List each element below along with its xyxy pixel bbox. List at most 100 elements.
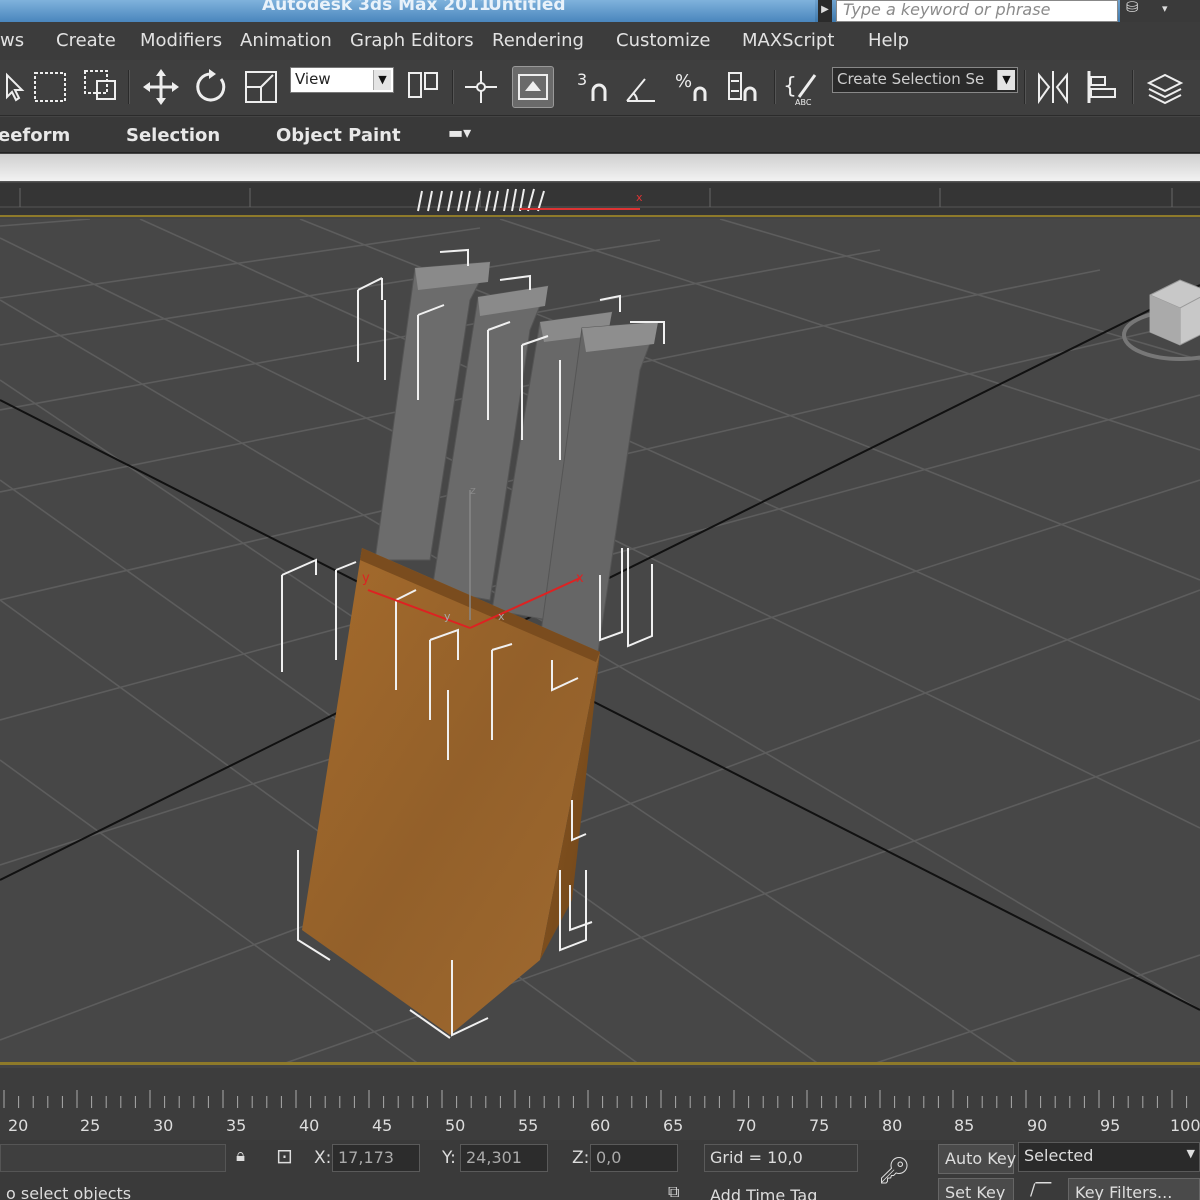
chevron-down-icon: ▼ <box>373 70 391 90</box>
menu-item-windows[interactable]: ws <box>0 30 24 51</box>
time-tag-icon[interactable]: ⧉ <box>668 1182 679 1200</box>
menu-bar: ws Create Modifiers Animation Graph Edit… <box>0 22 1200 60</box>
ruler-marks: x <box>0 188 1200 212</box>
chevron-down-icon[interactable]: ▾ <box>1162 2 1168 15</box>
menu-item-customize[interactable]: Customize <box>616 30 710 51</box>
svg-text:%: % <box>675 71 692 92</box>
edit-named-selection-icon[interactable]: {ABC <box>782 66 824 108</box>
reference-coordinate-dropdown[interactable]: View ▼ <box>290 67 394 93</box>
frame-label: 20 <box>8 1116 29 1135</box>
key-filters-button[interactable]: Key Filters... <box>1068 1178 1200 1200</box>
named-selection-sets-dropdown[interactable]: Create Selection Se ▼ <box>832 67 1018 93</box>
frame-label: 95 <box>1100 1116 1121 1135</box>
axis-label-z: z <box>470 484 476 497</box>
frame-label: 70 <box>736 1116 757 1135</box>
ribbon-panel-strip <box>0 154 1200 182</box>
axis-label-y-inner: y <box>444 610 451 623</box>
rectangular-selection-icon[interactable] <box>30 66 72 108</box>
binoculars-icon[interactable]: ⛁ <box>1126 0 1139 16</box>
menu-item-graph-editors[interactable]: Graph Editors <box>350 30 474 51</box>
frame-label: 50 <box>445 1116 466 1135</box>
absolute-mode-icon[interactable]: ⊡ <box>276 1144 293 1168</box>
set-key-button[interactable]: Set Key <box>938 1178 1014 1200</box>
app-title: Autodesk 3ds Max 2011 <box>262 0 491 15</box>
named-selection-sets-value: Create Selection Se <box>837 70 985 88</box>
move-icon[interactable] <box>140 66 182 108</box>
frame-label: 40 <box>299 1116 320 1135</box>
key-mode-dropdown[interactable]: Selected ▼ <box>1018 1142 1200 1172</box>
select-arrow-icon[interactable] <box>0 66 34 108</box>
key-tangent-icon[interactable]: ∕⎺ <box>1030 1180 1051 1200</box>
tab-freeform[interactable]: eeform <box>0 125 70 146</box>
axis-label-x-inner: x <box>498 610 505 623</box>
frame-label: 85 <box>954 1116 975 1135</box>
y-coordinate-label: Y: <box>442 1148 456 1168</box>
menu-item-animation[interactable]: Animation <box>240 30 332 51</box>
auto-key-button[interactable]: Auto Key <box>938 1144 1016 1174</box>
time-slider-trackbar[interactable]: 20 25 30 35 40 45 50 55 60 65 70 75 80 8… <box>0 1068 1200 1140</box>
x-coordinate-label: X: <box>314 1148 332 1168</box>
snaps-toggle-icon[interactable]: 3 <box>572 66 614 108</box>
select-manipulate-icon[interactable] <box>460 66 502 108</box>
chevron-down-icon: ▼ <box>997 70 1015 90</box>
search-input[interactable]: Type a keyword or phrase <box>836 0 1118 22</box>
key-mode-value: Selected <box>1024 1146 1094 1165</box>
frame-label: 45 <box>372 1116 393 1135</box>
tab-object-paint[interactable]: Object Paint <box>276 125 401 146</box>
z-coordinate-label: Z: <box>572 1148 590 1168</box>
ribbon-options-icon[interactable]: ▬▾ <box>448 123 471 142</box>
menu-item-maxscript[interactable]: MAXScript <box>742 30 834 51</box>
scale-icon[interactable] <box>240 66 282 108</box>
mirror-icon[interactable] <box>1032 66 1074 108</box>
frame-label: 55 <box>518 1116 539 1135</box>
menu-item-modifiers[interactable]: Modifiers <box>140 30 222 51</box>
y-coordinate-field[interactable]: 24,301 <box>460 1144 548 1172</box>
pivot-center-icon[interactable] <box>402 66 444 108</box>
x-coordinate-field[interactable]: 17,173 <box>332 1144 420 1172</box>
align-icon[interactable] <box>1082 66 1124 108</box>
grid-size-display: Grid = 10,0 <box>704 1144 858 1172</box>
frame-label: 25 <box>80 1116 101 1135</box>
search-expand-icon[interactable]: ▶ <box>818 0 832 22</box>
frame-label: 35 <box>226 1116 247 1135</box>
viewport-scene: y x y x z <box>0 219 1200 1062</box>
layer-manager-icon[interactable] <box>1144 66 1186 108</box>
maxscript-listener-field[interactable] <box>0 1144 226 1172</box>
key-icon[interactable]: 🔑︎ <box>878 1156 911 1186</box>
percent-snap-icon[interactable]: % <box>672 66 714 108</box>
frame-label: 90 <box>1027 1116 1048 1135</box>
chevron-down-icon: ▼ <box>1186 1147 1195 1160</box>
window-crossing-icon[interactable] <box>80 66 122 108</box>
status-prompt-text: o select objects <box>6 1184 132 1200</box>
main-toolbar: View ▼ 3 % {ABC Create Selection Se ▼ <box>0 60 1200 116</box>
frame-label: 60 <box>590 1116 611 1135</box>
frame-label: 75 <box>809 1116 830 1135</box>
svg-text:3: 3 <box>577 70 587 89</box>
menu-item-rendering[interactable]: Rendering <box>492 30 584 51</box>
frame-label: 100 <box>1170 1116 1200 1135</box>
reference-coordinate-value: View <box>295 70 331 88</box>
viewcube-icon[interactable] <box>1122 279 1200 361</box>
add-time-tag-button[interactable]: Add Time Tag <box>710 1186 817 1200</box>
spinner-snap-icon[interactable] <box>722 66 764 108</box>
title-bar-caption-area: Autodesk 3ds Max 2011 Untitled <box>0 0 815 22</box>
graphite-ribbon: eeform Selection Object Paint ▬▾ <box>0 117 1200 153</box>
axis-label-x: x <box>576 571 584 586</box>
z-coordinate-field[interactable]: 0,0 <box>590 1144 678 1172</box>
tab-selection[interactable]: Selection <box>126 125 220 146</box>
frame-label: 65 <box>663 1116 684 1135</box>
angle-snap-icon[interactable] <box>620 66 662 108</box>
svg-text:{: { <box>783 74 797 99</box>
lock-selection-icon[interactable]: 🔒︎ <box>236 1146 245 1166</box>
keyboard-shortcut-override-icon[interactable] <box>512 66 554 108</box>
axis-label-y: y <box>362 571 370 586</box>
frame-label: 80 <box>882 1116 903 1135</box>
document-title: Untitled <box>488 0 566 15</box>
status-bar: 🔒︎ ⊡ X: 17,173 Y: 24,301 Z: 0,0 Grid = 1… <box>0 1140 1200 1200</box>
menu-item-create[interactable]: Create <box>56 30 116 51</box>
trackbar-ticks <box>3 1090 1188 1108</box>
title-bar: Autodesk 3ds Max 2011 Untitled ▶ Type a … <box>0 0 1200 22</box>
rotate-icon[interactable] <box>190 66 232 108</box>
menu-item-help[interactable]: Help <box>868 30 909 51</box>
perspective-viewport[interactable]: y x y x z <box>0 219 1200 1065</box>
